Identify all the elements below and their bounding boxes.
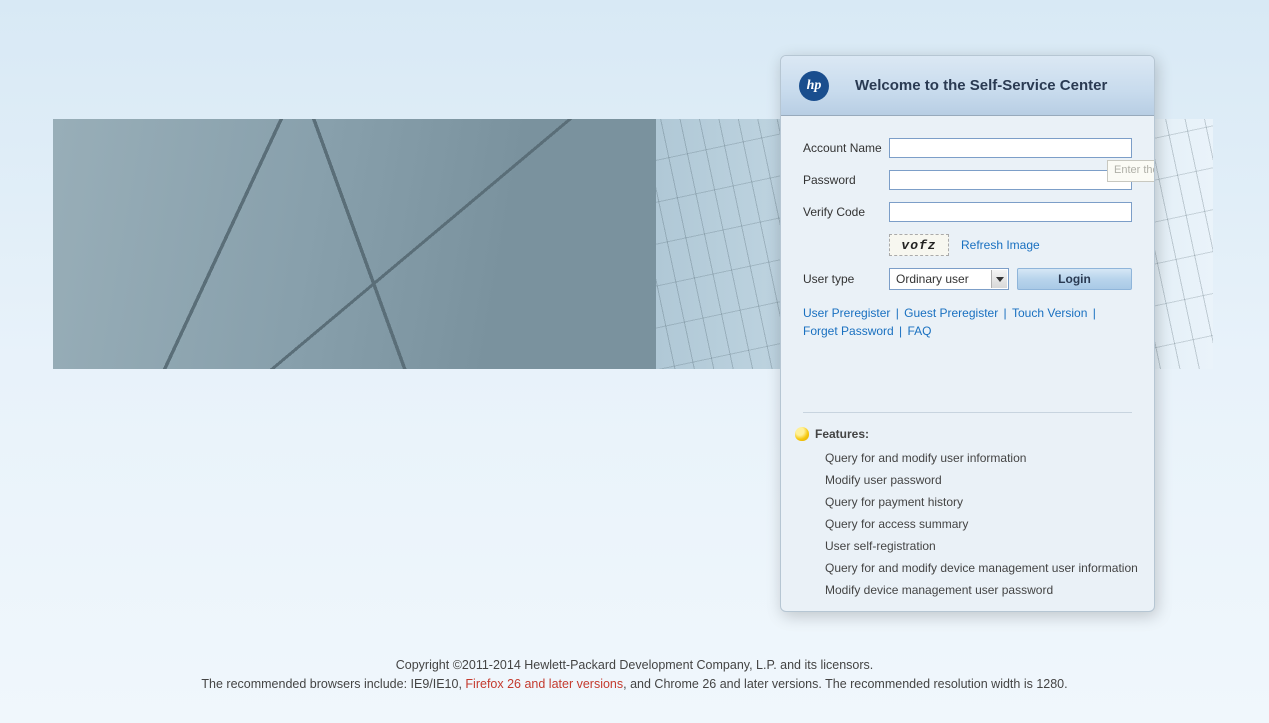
features-header: Features: — [795, 427, 1140, 441]
hp-logo-icon: hp — [799, 71, 829, 101]
feature-list: Query for and modify user information Mo… — [795, 451, 1140, 597]
list-item: Query for payment history — [825, 495, 1140, 509]
aux-links: User Preregister | Guest Preregister | T… — [803, 304, 1132, 340]
usertype-row: User type Ordinary user Login — [803, 268, 1132, 290]
login-panel: hp Welcome to the Self-Service Center Ac… — [780, 55, 1155, 612]
password-row: Password — [803, 170, 1132, 190]
captcha-row: vofz Refresh Image — [889, 234, 1132, 256]
password-label: Password — [803, 173, 889, 187]
panel-header: hp Welcome to the Self-Service Center — [781, 56, 1154, 116]
features-section: Features: Query for and modify user info… — [781, 427, 1154, 612]
verify-input[interactable] — [889, 202, 1132, 222]
guest-preregister-link[interactable]: Guest Preregister — [904, 306, 998, 320]
account-input[interactable] — [889, 138, 1132, 158]
list-item: User self-registration — [825, 539, 1140, 553]
copyright-line: Copyright ©2011-2014 Hewlett-Packard Dev… — [0, 656, 1269, 675]
password-input[interactable] — [889, 170, 1132, 190]
faq-link[interactable]: FAQ — [908, 324, 932, 338]
features-title: Features: — [815, 427, 869, 441]
refresh-captcha-link[interactable]: Refresh Image — [961, 238, 1040, 252]
login-button[interactable]: Login — [1017, 268, 1132, 290]
chevron-down-icon — [991, 270, 1007, 288]
footer: Copyright ©2011-2014 Hewlett-Packard Dev… — [0, 656, 1269, 694]
lightbulb-icon — [795, 427, 809, 441]
verify-label: Verify Code — [803, 205, 889, 219]
list-item: Query for and modify user information — [825, 451, 1140, 465]
account-row: Account Name — [803, 138, 1132, 158]
firefox-highlight: Firefox 26 and later versions — [465, 677, 623, 691]
usertype-selected-value: Ordinary user — [896, 272, 969, 286]
usertype-label: User type — [803, 272, 889, 286]
captcha-image: vofz — [889, 234, 949, 256]
verify-row: Verify Code — [803, 202, 1132, 222]
forget-password-link[interactable]: Forget Password — [803, 324, 894, 338]
usertype-select[interactable]: Ordinary user — [889, 268, 1009, 290]
browser-reco-line: The recommended browsers include: IE9/IE… — [0, 675, 1269, 694]
panel-title: Welcome to the Self-Service Center — [855, 77, 1107, 94]
list-item: Query for and modify device management u… — [825, 561, 1140, 575]
login-form: Account Name Password Enter the account … — [781, 116, 1154, 413]
list-item: Modify user password — [825, 473, 1140, 487]
list-item: Modify device management user password — [825, 583, 1140, 597]
account-label: Account Name — [803, 141, 889, 155]
touch-version-link[interactable]: Touch Version — [1012, 306, 1087, 320]
user-preregister-link[interactable]: User Preregister — [803, 306, 890, 320]
list-item: Query for access summary — [825, 517, 1140, 531]
divider — [803, 412, 1132, 413]
